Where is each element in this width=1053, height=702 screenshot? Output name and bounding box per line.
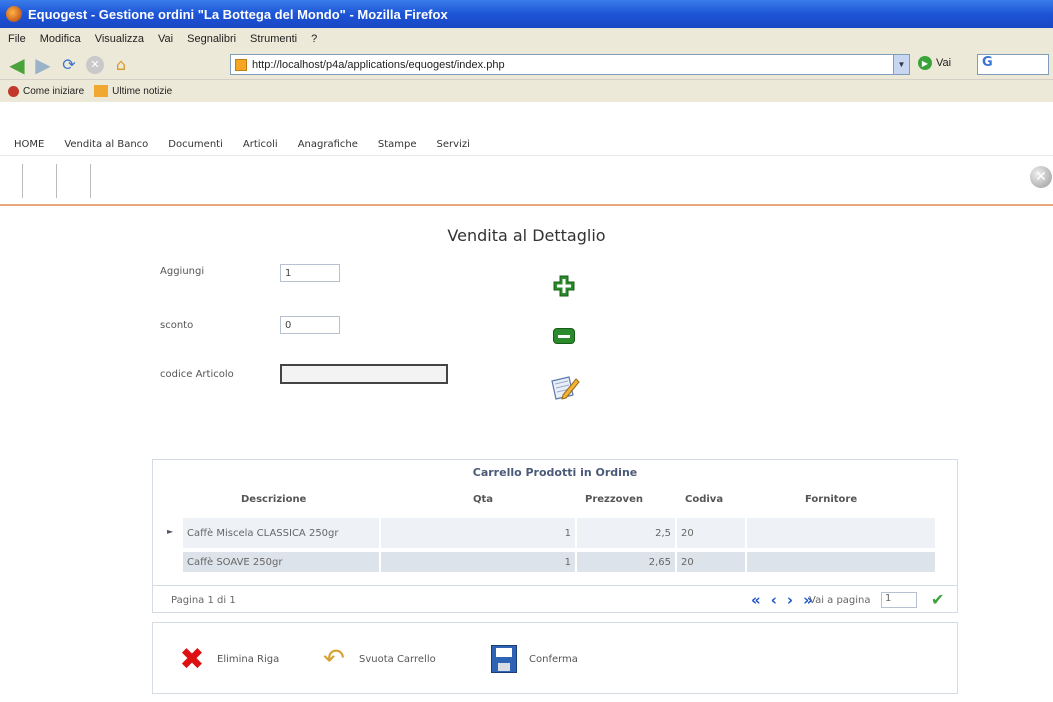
add-icon[interactable] [553, 275, 575, 297]
menu-file[interactable]: File [8, 33, 26, 45]
row-selected-icon: ► [167, 527, 174, 536]
app-menu-anagrafiche[interactable]: Anagrafiche [298, 139, 358, 150]
go-arrow-icon: ▶ [918, 56, 932, 70]
delete-row-label: Elimina Riga [217, 653, 280, 665]
table-row[interactable]: Caffè Miscela CLASSICA 250gr 1 2,5 20 [183, 518, 935, 548]
first-page-icon[interactable]: « [751, 591, 763, 609]
window-titlebar: Equogest - Gestione ordini "La Bottega d… [0, 0, 1053, 28]
col-qta[interactable]: Qta [473, 494, 493, 505]
browser-menubar: File Modifica Visualizza Vai Segnalibri … [0, 28, 1053, 50]
col-descrizione[interactable]: Descrizione [241, 494, 306, 505]
edit-icon[interactable] [549, 373, 581, 403]
app-toolbar: ✕ [0, 156, 1053, 206]
cell-descrizione: Caffè SOAVE 250gr [183, 552, 379, 572]
cell-prezzoven: 2,5 [577, 518, 675, 548]
empty-cart-label: Svuota Carrello [359, 653, 436, 665]
app-menu-stampe[interactable]: Stampe [378, 139, 417, 150]
go-label: Vai [936, 57, 952, 69]
url-text: http://localhost/p4a/applications/equoge… [252, 58, 505, 71]
menu-help[interactable]: ? [311, 33, 317, 45]
grid-pager: Pagina 1 di 1 «‹ ›» Vai a pagina 1 ✔ [153, 585, 957, 613]
bookmark-icon [8, 85, 19, 97]
url-bar[interactable]: http://localhost/p4a/applications/equoge… [230, 54, 910, 75]
sconto-input[interactable]: 0 [280, 316, 340, 334]
menu-segnalibri[interactable]: Segnalibri [187, 33, 236, 45]
aggiungi-label: Aggiungi [160, 266, 205, 277]
bookmark-come-iniziare[interactable]: Come iniziare [23, 86, 84, 97]
toolbar-separator [90, 164, 91, 198]
check-icon[interactable]: ✔ [931, 590, 944, 609]
forward-icon[interactable]: ▶ [32, 53, 54, 77]
prev-page-icon[interactable]: ‹ [771, 591, 779, 609]
sconto-label: sconto [160, 320, 194, 331]
cell-qta: 1 [381, 518, 575, 548]
menu-vai[interactable]: Vai [158, 33, 173, 45]
cell-fornitore [747, 552, 935, 572]
cell-descrizione: Caffè Miscela CLASSICA 250gr [183, 518, 379, 548]
page-title: Vendita al Dettaglio [447, 226, 606, 245]
cell-prezzoven: 2,65 [577, 552, 675, 572]
empty-cart-button[interactable]: ↶ Svuota Carrello [317, 643, 436, 675]
back-icon[interactable]: ◀ [6, 53, 28, 77]
aggiungi-input[interactable]: 1 [280, 264, 340, 282]
undo-icon: ↶ [323, 644, 345, 674]
app-menu-home[interactable]: HOME [14, 139, 44, 150]
cell-qta: 1 [381, 552, 575, 572]
menu-strumenti[interactable]: Strumenti [250, 33, 297, 45]
menu-visualizza[interactable]: Visualizza [95, 33, 144, 45]
home-icon[interactable]: ⌂ [110, 54, 132, 76]
cart-grid: Carrello Prodotti in Ordine Descrizione … [152, 459, 958, 613]
app-menu-servizi[interactable]: Servizi [437, 139, 470, 150]
close-icon[interactable]: ✕ [1030, 166, 1052, 188]
browser-navbar: ◀ ▶ ⟳ ✕ ⌂ http://localhost/p4a/applicati… [0, 50, 1053, 80]
go-button[interactable]: ▶ Vai [918, 56, 951, 70]
codice-articolo-label: codice Articolo [160, 369, 234, 380]
delete-row-button[interactable]: ✖ Elimina Riga [175, 641, 280, 677]
search-box[interactable]: G [977, 54, 1049, 75]
app-menu: HOME Vendita al Banco Documenti Articoli… [0, 134, 1053, 156]
app-menu-articoli[interactable]: Articoli [243, 139, 278, 150]
cell-fornitore [747, 518, 935, 548]
bookmark-ultime-notizie[interactable]: Ultime notizie [112, 86, 172, 97]
cell-codiva: 20 [677, 518, 745, 548]
menu-modifica[interactable]: Modifica [40, 33, 81, 45]
table-row[interactable]: Caffè SOAVE 250gr 1 2,65 20 [183, 552, 935, 572]
actions-panel: ✖ Elimina Riga ↶ Svuota Carrello Conferm… [152, 622, 958, 694]
next-page-icon[interactable]: › [787, 591, 795, 609]
col-prezzoven[interactable]: Prezzoven [585, 494, 643, 505]
toolbar-separator [56, 164, 57, 198]
app-menu-documenti[interactable]: Documenti [168, 139, 223, 150]
chevron-down-icon[interactable]: ▼ [893, 55, 909, 74]
bookmarks-bar: Come iniziare Ultime notizie [0, 80, 1053, 102]
col-fornitore[interactable]: Fornitore [805, 494, 857, 505]
delete-icon: ✖ [179, 641, 205, 677]
confirm-label: Conferma [529, 653, 578, 665]
page-info: Pagina 1 di 1 [171, 595, 236, 606]
toolbar-separator [22, 164, 23, 198]
goto-page-input[interactable]: 1 [881, 592, 917, 608]
remove-icon[interactable] [553, 328, 575, 344]
col-codiva[interactable]: Codiva [685, 494, 723, 505]
goto-page-label: Vai a pagina [809, 595, 871, 606]
grid-title: Carrello Prodotti in Ordine [472, 466, 638, 479]
save-icon [491, 645, 517, 673]
codice-articolo-input[interactable] [280, 364, 448, 384]
app-menu-vendita[interactable]: Vendita al Banco [64, 139, 148, 150]
firefox-icon [6, 6, 22, 22]
stop-icon[interactable]: ✕ [86, 55, 104, 74]
google-icon: G [982, 55, 993, 70]
window-title: Equogest - Gestione ordini "La Bottega d… [28, 6, 448, 22]
confirm-button[interactable]: Conferma [487, 643, 578, 675]
reload-icon[interactable]: ⟳ [58, 54, 80, 76]
rss-icon [94, 85, 109, 97]
cell-codiva: 20 [677, 552, 745, 572]
page-favicon-icon [235, 58, 247, 71]
